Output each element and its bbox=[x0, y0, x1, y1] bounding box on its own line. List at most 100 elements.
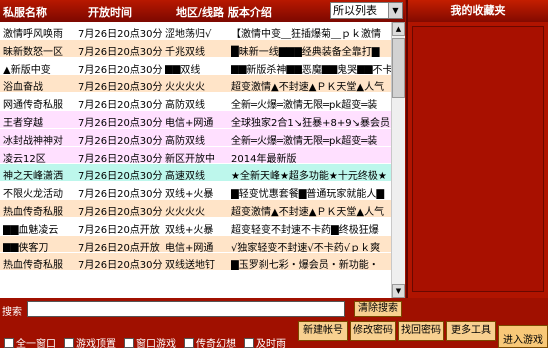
server-line: 火火火火 bbox=[165, 82, 205, 94]
server-row[interactable]: ▲新版中变 7月26日20点30分 ▇▇双线 ▇▇新版杀神▇▇恶魔▇▇鬼哭▇▇不卡药 bbox=[0, 57, 391, 76]
server-description: ▇玉罗刹七彩・爆会员・新功能・ bbox=[231, 260, 379, 272]
list-filter-select[interactable]: 所以列表 ▼ bbox=[330, 2, 403, 19]
server-name: ▇▇血魅凌云 bbox=[3, 224, 59, 236]
search-input[interactable] bbox=[27, 301, 345, 317]
open-time: 7月26日20点30分 bbox=[78, 82, 162, 94]
checkbox-box[interactable] bbox=[244, 338, 254, 348]
recover-password-button[interactable]: 找回密码 bbox=[398, 321, 444, 341]
open-time: 7月26日20点30分 bbox=[78, 260, 162, 272]
list-scrollbar[interactable]: ▲ ▼ bbox=[391, 22, 405, 298]
server-description: 2014年最新版 bbox=[231, 153, 297, 165]
server-row[interactable]: 网通传奇私服 7月26日20点30分 高防双线 全新═火爆═激情无限═pk超变═装 bbox=[0, 93, 391, 111]
open-time: 7月26日20点开放 bbox=[78, 224, 160, 236]
server-description: ▇轻变忧惠套餐▇普通玩家就能人▇ bbox=[231, 189, 385, 200]
open-time: 7月26日20点30分 bbox=[78, 189, 162, 200]
server-line: 涩地荡归√ bbox=[165, 29, 212, 40]
open-time: 7月26日20点30分 bbox=[78, 206, 162, 218]
chevron-down-icon[interactable]: ▼ bbox=[388, 3, 402, 18]
checkbox-option-4[interactable]: 传奇幻想 bbox=[184, 335, 236, 348]
column-header-name[interactable]: 私服名称 bbox=[3, 4, 47, 20]
server-row[interactable]: 浴血奋战 7月26日20点30分 火火火火 超变激情▲不封速▲ＰＫ天堂▲人气 bbox=[0, 75, 391, 94]
new-account-button[interactable]: 新建帐号 bbox=[298, 321, 348, 341]
scroll-down-icon[interactable]: ▼ bbox=[392, 284, 405, 298]
list-header: 私服名称 开放时间 地区/线路 版本介绍 所以列表 ▼ bbox=[0, 0, 405, 22]
checkbox-box[interactable] bbox=[64, 338, 74, 348]
server-name: 网通传奇私服 bbox=[3, 100, 63, 111]
server-row[interactable]: 凌云12区 7月26日20点30分 新区开放中 2014年最新版 bbox=[0, 146, 391, 165]
server-description: √独家轻变不封速√不卡药√ｐｋ爽 bbox=[231, 242, 381, 254]
clear-search-button[interactable]: 清除搜索 bbox=[354, 301, 402, 317]
checkbox-label: 窗口游戏 bbox=[136, 339, 176, 348]
open-time: 7月26日20点30分 bbox=[78, 135, 162, 147]
server-line: 新区开放中 bbox=[165, 153, 215, 165]
server-name: 王者穿越 bbox=[3, 117, 43, 129]
server-description: 超变激情▲不封速▲ＰＫ天堂▲人气 bbox=[231, 82, 385, 94]
server-row[interactable]: 热血传奇私服 7月26日20点30分 火火火火 超变激情▲不封速▲ＰＫ天堂▲人气 bbox=[0, 199, 391, 218]
checkbox-box[interactable] bbox=[124, 338, 134, 348]
favorites-title: 我的收藏夹 bbox=[408, 0, 548, 22]
server-row[interactable]: 激情呼风唤雨 7月26日20点30分 涩地荡归√ 【激情中变__狂插爆菊__ｐｋ激情 bbox=[0, 22, 391, 40]
open-time: 7月26日20点30分 bbox=[78, 153, 162, 165]
server-name: 热血传奇私服 bbox=[3, 206, 63, 218]
server-name: 不限火龙活动 bbox=[3, 189, 63, 200]
server-line: 火火火火 bbox=[165, 206, 205, 218]
server-name: 激情呼风唤雨 bbox=[3, 29, 63, 40]
search-label: 搜索 bbox=[2, 307, 22, 318]
server-name: 浴血奋战 bbox=[3, 82, 43, 94]
server-name: ▲新版中变 bbox=[3, 64, 51, 76]
open-time: 7月26日20点30分 bbox=[78, 117, 162, 129]
server-description: 全新═火爆═激情无限═pk超变═装 bbox=[231, 100, 378, 111]
checkbox-label: 及时雨 bbox=[256, 339, 286, 348]
checkbox-label: 传奇幻想 bbox=[196, 339, 236, 348]
server-row[interactable]: 昧新数怒一区 7月26日20点30分 千兆双线 █昧新一线▇▇▇经典装备全靠打▇ bbox=[0, 39, 391, 58]
checkbox-box[interactable] bbox=[4, 338, 14, 348]
enter-game-button[interactable]: 进入游戏 bbox=[498, 325, 548, 348]
server-line: ▇▇双线 bbox=[165, 64, 201, 76]
column-header-time[interactable]: 开放时间 bbox=[88, 4, 132, 20]
server-row[interactable]: ▇▇血魅凌云 7月26日20点开放 双线+火暴 超变轻变不封速不卡药▇终极狂爆 bbox=[0, 217, 391, 236]
server-row[interactable]: 王者穿越 7月26日20点30分 电信+网通 全球独家2合1↘狂暴+8+9↘暴会员↘ bbox=[0, 110, 391, 129]
checkbox-label: 全一窗口 bbox=[16, 339, 56, 348]
checkbox-option-3[interactable]: 窗口游戏 bbox=[124, 335, 176, 348]
server-description: 全球独家2合1↘狂暴+8+9↘暴会员↘ bbox=[231, 117, 391, 129]
server-description: 超变激情▲不封速▲ＰＫ天堂▲人气 bbox=[231, 206, 385, 218]
server-name: 冰封战神神对 bbox=[3, 135, 63, 147]
server-list-panel: 私服名称 开放时间 地区/线路 版本介绍 所以列表 ▼ 激情呼风唤雨 7月26日2… bbox=[0, 0, 405, 298]
open-time: 7月26日20点30分 bbox=[78, 29, 162, 40]
more-tools-button[interactable]: 更多工具 bbox=[446, 321, 496, 341]
server-row[interactable]: 神之天峰潇洒 7月26日20点30分 高速双线 ★全新天峰★超多功能★十元终极★ bbox=[0, 164, 391, 183]
checkbox-option-2[interactable]: 游戏顶置 bbox=[64, 335, 116, 348]
server-row[interactable]: ▇▇侠客刀 7月26日20点开放 电信+网通 √独家轻变不封速√不卡药√ｐｋ爽 bbox=[0, 235, 391, 254]
checkbox-option-5[interactable]: 及时雨 bbox=[244, 335, 286, 348]
server-description: █昧新一线▇▇▇经典装备全靠打▇ bbox=[231, 46, 380, 58]
scrollbar-thumb[interactable] bbox=[392, 38, 405, 98]
bottom-toolbar: 全一窗口 游戏顶置 窗口游戏 传奇幻想 及时雨 新建帐号 修改密码 找回密码 更… bbox=[0, 319, 548, 348]
server-line: 高防双线 bbox=[165, 100, 205, 111]
server-line: 双线+火暴 bbox=[165, 224, 214, 236]
server-name: 热血传奇私服 bbox=[3, 260, 63, 272]
server-line: 电信+网通 bbox=[165, 242, 214, 254]
server-line: 高防双线 bbox=[165, 135, 205, 147]
change-password-button[interactable]: 修改密码 bbox=[350, 321, 396, 341]
favorites-list[interactable] bbox=[412, 26, 544, 292]
open-time: 7月26日20点30分 bbox=[78, 46, 162, 58]
server-name: 昧新数怒一区 bbox=[3, 46, 63, 58]
server-line: 千兆双线 bbox=[165, 46, 205, 58]
server-row[interactable]: 热血传奇私服 7月26日20点30分 双线送地钉 ▇玉罗刹七彩・爆会员・新功能・ bbox=[0, 253, 391, 272]
server-description: ▇▇新版杀神▇▇恶魔▇▇鬼哭▇▇不卡药 bbox=[231, 64, 391, 76]
checkbox-box[interactable] bbox=[184, 338, 194, 348]
server-row[interactable]: 不限火龙活动 7月26日20点30分 双线+火暴 ▇轻变忧惠套餐▇普通玩家就能人▇ bbox=[0, 182, 391, 200]
server-line: 电信+网通 bbox=[165, 117, 214, 129]
favorites-panel: 我的收藏夹 bbox=[406, 0, 548, 298]
server-description: 超变轻变不封速不卡药▇终极狂爆 bbox=[231, 224, 379, 236]
list-filter-value: 所以列表 bbox=[333, 4, 377, 17]
checkbox-option-1[interactable]: 全一窗口 bbox=[4, 335, 56, 348]
open-time: 7月26日20点30分 bbox=[78, 64, 162, 76]
open-time: 7月26日20点开放 bbox=[78, 242, 160, 254]
server-line: 双线送地钉 bbox=[165, 260, 215, 272]
column-header-region[interactable]: 地区/线路 版本介绍 bbox=[176, 4, 272, 20]
server-row[interactable]: 冰封战神神对 7月26日20点30分 高防双线 全新═火爆═激情无限═pk超变═装 bbox=[0, 128, 391, 147]
scroll-up-icon[interactable]: ▲ bbox=[392, 22, 405, 36]
search-bar: 搜索 清除搜索 bbox=[0, 299, 405, 319]
server-description: 全新═火爆═激情无限═pk超变═装 bbox=[231, 135, 378, 147]
